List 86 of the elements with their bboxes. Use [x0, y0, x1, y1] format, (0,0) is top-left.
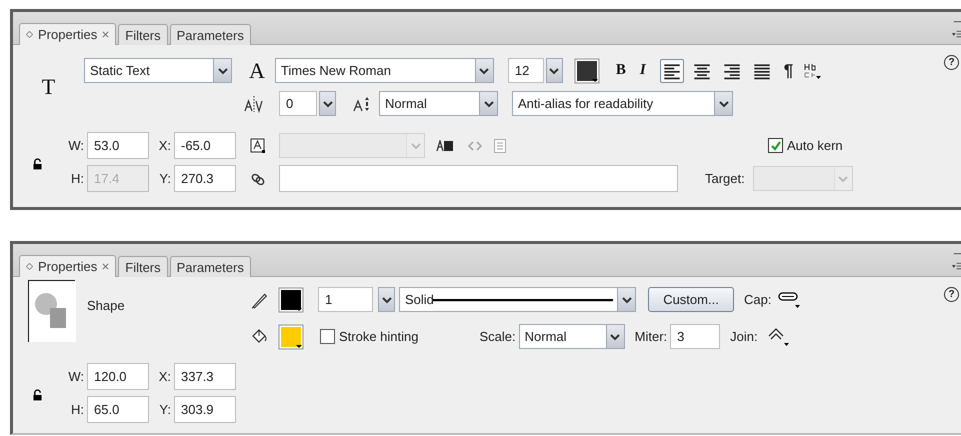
checkbox[interactable] [320, 329, 335, 344]
chevron-icon [479, 66, 490, 74]
checkbox-label: Auto kern [787, 138, 843, 153]
color-swatch[interactable] [278, 324, 304, 350]
object-type-label: Shape [87, 298, 125, 313]
paint-bucket-icon [250, 328, 268, 346]
pencil-icon [250, 290, 268, 308]
join-label: Join: [730, 329, 758, 344]
tab[interactable]: Properties [19, 23, 116, 45]
chevron-icon [322, 100, 332, 108]
field-label: H: [70, 171, 84, 186]
chevron-icon [610, 332, 620, 340]
text-type-dropdown[interactable]: Static Text [84, 58, 232, 83]
chevron-icon [549, 66, 560, 74]
field-label: H: [70, 402, 84, 417]
tab[interactable]: Properties [19, 255, 116, 277]
field-label: X: [158, 369, 171, 384]
grip-icon [26, 263, 33, 270]
color-swatch[interactable] [574, 58, 600, 84]
checkbox[interactable] [768, 138, 783, 153]
chevron-icon [838, 174, 848, 182]
chevron-icon [218, 66, 228, 74]
style-button[interactable]: B [616, 62, 626, 79]
minimize-button[interactable]: – [954, 13, 961, 28]
miter-label: Miter: [634, 329, 668, 344]
field-label: X: [158, 138, 171, 153]
close-icon[interactable] [102, 263, 110, 270]
style-button[interactable]: I [640, 62, 646, 79]
chevron-icon [382, 296, 392, 304]
text-tool-icon: T [42, 74, 56, 100]
target-label: Target: [705, 171, 745, 186]
checkbox-label: Stroke hinting [339, 329, 418, 344]
number-field[interactable]: 65.0 [87, 396, 149, 423]
letter-spacing-field[interactable]: 0 [279, 91, 317, 116]
color-swatch[interactable] [278, 286, 304, 312]
solid-line-icon [433, 298, 613, 302]
dropdown-button[interactable] [546, 58, 563, 83]
tab[interactable]: Parameters [170, 24, 251, 45]
anti-alias-dropdown[interactable]: Anti-alias for readability [512, 91, 733, 116]
custom-button[interactable]: Custom... [648, 287, 734, 312]
close-icon[interactable] [102, 31, 110, 38]
field-label: W: [67, 138, 84, 153]
number-field[interactable]: 53.0 [87, 132, 149, 159]
number-field[interactable]: 303.9 [174, 396, 236, 423]
chevron-icon [622, 296, 632, 304]
cap-label: Cap: [744, 292, 772, 307]
selectable-icon[interactable] [436, 140, 454, 152]
menu-icon[interactable] [952, 30, 961, 39]
font-dropdown[interactable]: Times New Roman [274, 58, 494, 83]
help-button[interactable]: ? [944, 55, 959, 70]
text-box-icon[interactable] [250, 138, 266, 154]
number-field[interactable]: -65.0 [174, 132, 236, 159]
tab[interactable]: Parameters [170, 256, 251, 277]
stroke-height-field[interactable]: 1 [318, 287, 373, 312]
lock-icon[interactable] [33, 158, 42, 170]
align-left-icon[interactable] [660, 58, 684, 82]
character-position-dropdown[interactable]: Normal [379, 91, 498, 116]
field-label: W: [67, 369, 84, 384]
tab[interactable]: Filters [118, 256, 168, 277]
paragraph-button[interactable]: ¶ [784, 60, 794, 80]
miter-field[interactable]: 3 [670, 324, 720, 349]
grip-icon [26, 31, 33, 38]
help-button[interactable]: ? [944, 287, 959, 302]
chevron-icon [484, 100, 494, 108]
dropdown-button[interactable] [319, 91, 336, 116]
dropdown-button[interactable] [378, 287, 395, 312]
url-field[interactable] [279, 165, 678, 192]
chevron-icon [718, 100, 728, 108]
cap-style-icon[interactable] [777, 290, 802, 310]
number-field[interactable]: 270.3 [174, 165, 236, 192]
scale-label: Scale: [480, 329, 516, 344]
font-size-field[interactable]: 12 [508, 58, 544, 83]
number-field[interactable]: 120.0 [87, 363, 149, 390]
shape-thumbnail [28, 280, 76, 342]
font-icon: A [249, 58, 265, 84]
scale-dropdown[interactable]: Normal [518, 324, 625, 349]
chevron-icon [410, 142, 420, 150]
tab[interactable]: Filters [118, 24, 168, 45]
field-label: Y: [158, 402, 171, 417]
lock-icon[interactable] [33, 389, 42, 401]
text-orientation-icon[interactable] [803, 62, 822, 80]
field-label: Y: [158, 171, 171, 186]
minimize-button[interactable]: – [954, 245, 961, 260]
stroke-style-dropdown[interactable]: Solid [399, 287, 636, 312]
number-field[interactable]: 337.3 [174, 363, 236, 390]
menu-icon[interactable] [952, 262, 961, 271]
